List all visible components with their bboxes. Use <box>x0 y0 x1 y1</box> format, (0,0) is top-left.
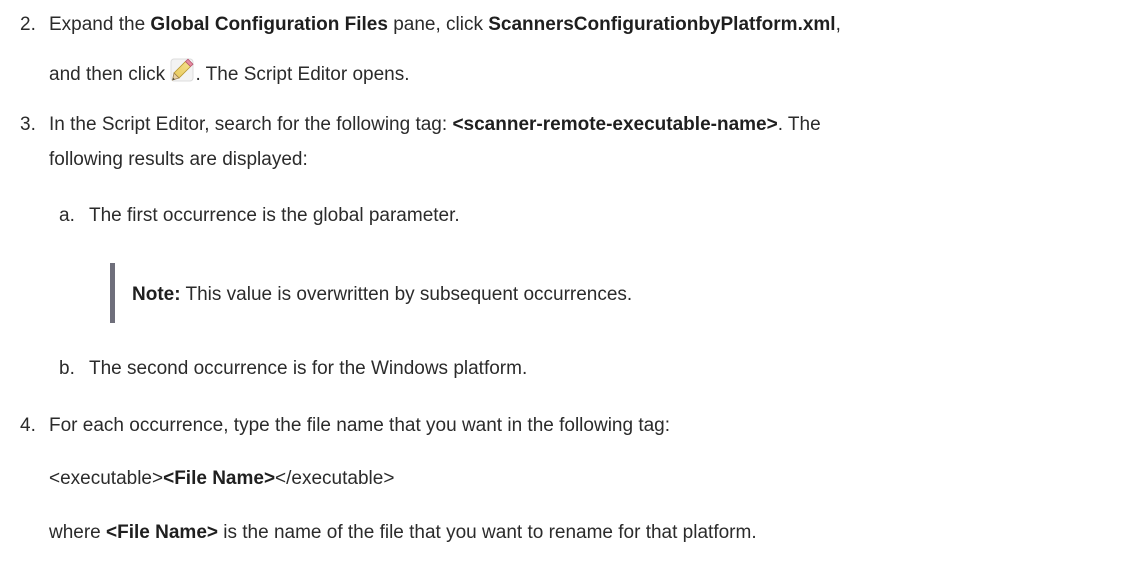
step-text-line: following results are displayed: <box>49 149 308 170</box>
file-name: ScannersConfigurationbyPlatform.xml <box>488 14 836 35</box>
note: Note: This value is overwritten by subse… <box>132 283 632 307</box>
pane-name: Global Configuration Files <box>150 14 388 35</box>
step-number: 4. <box>20 415 36 436</box>
substep-text: The first occurrence is the global param… <box>89 205 460 226</box>
note-accent-bar <box>110 263 115 323</box>
note-label: Note: <box>132 284 181 305</box>
substep-letter: b. <box>59 358 75 379</box>
step-text-line: In the Script Editor, search for the fol… <box>49 114 821 135</box>
step-number: 3. <box>20 114 36 135</box>
substep-letter: a. <box>59 205 75 226</box>
explanation-line: where <File Name> is the name of the fil… <box>49 522 757 543</box>
placeholder-name: <File Name> <box>163 468 276 489</box>
step-text-line: Expand the Global Configuration Files pa… <box>49 14 841 35</box>
step-number: 2. <box>20 14 36 35</box>
substep-text: The second occurrence is for the Windows… <box>89 358 528 379</box>
step-text-line: and then click . The Script Editor opens… <box>49 58 410 87</box>
code-tag-line: <executable><File Name></executable> <box>49 468 395 489</box>
step-text-line: For each occurrence, type the file name … <box>49 415 671 436</box>
note-text: This value is overwritten by subsequent … <box>180 284 633 305</box>
pencil-edit-icon <box>170 58 195 82</box>
placeholder-name: <File Name> <box>106 522 218 543</box>
tag-name: <scanner-remote-executable-name> <box>452 114 778 135</box>
